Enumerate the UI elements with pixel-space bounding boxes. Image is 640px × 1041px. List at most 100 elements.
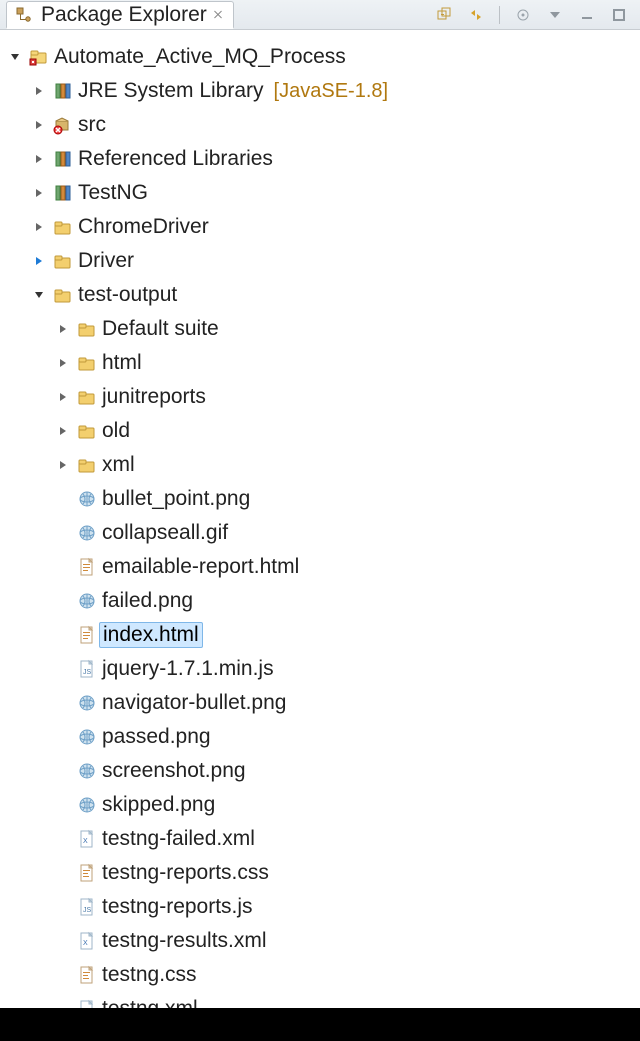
tree-item-icon bbox=[76, 726, 98, 748]
tree-item[interactable]: X testng-failed.xml bbox=[6, 822, 636, 856]
tab-host: Package Explorer bbox=[6, 0, 234, 29]
tree-item-label: jquery-1.7.1.min.js bbox=[102, 657, 274, 681]
tree-item[interactable]: junitreports bbox=[6, 380, 636, 414]
tab-package-explorer[interactable]: Package Explorer bbox=[6, 1, 234, 29]
tree-twisty-icon[interactable] bbox=[54, 392, 72, 402]
tree-item-label: JRE System Library bbox=[78, 79, 264, 103]
tree-item-icon bbox=[52, 216, 74, 238]
tree-item[interactable]: navigator-bullet.png bbox=[6, 686, 636, 720]
tree-item-label: navigator-bullet.png bbox=[102, 691, 286, 715]
tree-item[interactable]: testng-reports.css bbox=[6, 856, 636, 890]
tree-item-icon bbox=[52, 148, 74, 170]
view-toolbar: Package Explorer bbox=[0, 0, 640, 30]
tree-item[interactable]: testng.css bbox=[6, 958, 636, 992]
tree-item-label: ChromeDriver bbox=[78, 215, 209, 239]
tree-item[interactable]: Default suite bbox=[6, 312, 636, 346]
tree-item[interactable]: old bbox=[6, 414, 636, 448]
tree-twisty-icon[interactable] bbox=[54, 358, 72, 368]
close-icon[interactable] bbox=[213, 10, 223, 20]
tree-item-label: testng-results.xml bbox=[102, 929, 267, 953]
tree-item[interactable]: bullet_point.png bbox=[6, 482, 636, 516]
svg-text:JS: JS bbox=[83, 669, 92, 676]
tree-twisty-icon[interactable] bbox=[54, 460, 72, 470]
tree-item-label: xml bbox=[102, 453, 135, 477]
tree-item-label: junitreports bbox=[102, 385, 206, 409]
tree-item-label: emailable-report.html bbox=[102, 555, 299, 579]
tree-item-icon: JS bbox=[76, 896, 98, 918]
tree-item[interactable]: collapseall.gif bbox=[6, 516, 636, 550]
tree-item-label: Automate_Active_MQ_Process bbox=[54, 45, 346, 69]
tree-item-icon bbox=[76, 420, 98, 442]
tree-item[interactable]: src bbox=[6, 108, 636, 142]
project-tree[interactable]: Automate_Active_MQ_Process JRE System Li… bbox=[0, 30, 640, 1026]
tree-twisty-icon[interactable] bbox=[30, 290, 48, 300]
tree-item[interactable]: xml bbox=[6, 448, 636, 482]
package-explorer-view: Package Explorer bbox=[0, 0, 640, 1041]
tree-item-icon bbox=[76, 862, 98, 884]
tree-item-icon: JS bbox=[76, 658, 98, 680]
tree-item[interactable]: Driver bbox=[6, 244, 636, 278]
project-icon bbox=[28, 46, 50, 68]
tree-twisty-icon[interactable] bbox=[30, 120, 48, 130]
tree-item[interactable]: TestNG bbox=[6, 176, 636, 210]
tree-item[interactable]: JS testng-reports.js bbox=[6, 890, 636, 924]
tree-item-icon: X bbox=[76, 930, 98, 952]
tree-item-label: failed.png bbox=[102, 589, 193, 613]
minimize-icon[interactable] bbox=[578, 6, 596, 24]
tree-item[interactable]: screenshot.png bbox=[6, 754, 636, 788]
tree-item-icon bbox=[52, 182, 74, 204]
tree-item-label: src bbox=[78, 113, 106, 137]
tree-item-icon bbox=[76, 624, 98, 646]
tree-item-icon bbox=[76, 454, 98, 476]
tree-item[interactable]: index.html bbox=[6, 618, 636, 652]
tree-item[interactable]: Automate_Active_MQ_Process bbox=[6, 40, 636, 74]
tree-item-label: skipped.png bbox=[102, 793, 215, 817]
tree-item-icon bbox=[52, 114, 74, 136]
tree-item-label: passed.png bbox=[102, 725, 211, 749]
tree-item[interactable]: X testng-results.xml bbox=[6, 924, 636, 958]
svg-text:X: X bbox=[83, 838, 88, 845]
tree-item[interactable]: JS jquery-1.7.1.min.js bbox=[6, 652, 636, 686]
tree-item-icon bbox=[76, 318, 98, 340]
tree-twisty-icon[interactable] bbox=[30, 154, 48, 164]
tree-item[interactable]: html bbox=[6, 346, 636, 380]
tree-item-label: testng-reports.css bbox=[102, 861, 269, 885]
tree-twisty-icon[interactable] bbox=[30, 188, 48, 198]
tree-item[interactable]: test-output bbox=[6, 278, 636, 312]
tree-item-icon bbox=[52, 80, 74, 102]
tree-item-label: index.html bbox=[102, 622, 203, 648]
tree-item-icon bbox=[76, 556, 98, 578]
bottom-crop bbox=[0, 1008, 640, 1041]
tree-twisty-icon[interactable] bbox=[30, 256, 48, 266]
tree-item-label: TestNG bbox=[78, 181, 148, 205]
tree-item-icon: X bbox=[76, 828, 98, 850]
tree-twisty-icon[interactable] bbox=[30, 222, 48, 232]
tree-item-icon bbox=[76, 522, 98, 544]
tree-twisty-icon[interactable] bbox=[54, 324, 72, 334]
tree-item-label: test-output bbox=[78, 283, 177, 307]
tree-twisty-icon[interactable] bbox=[30, 86, 48, 96]
focus-icon[interactable] bbox=[514, 6, 532, 24]
tree-twisty-icon[interactable] bbox=[54, 426, 72, 436]
view-menu-icon[interactable] bbox=[546, 6, 564, 24]
tree-item[interactable]: Referenced Libraries bbox=[6, 142, 636, 176]
tree-item[interactable]: JRE System Library [JavaSE-1.8] bbox=[6, 74, 636, 108]
tree-item[interactable]: ChromeDriver bbox=[6, 210, 636, 244]
tree-item-label: screenshot.png bbox=[102, 759, 246, 783]
tree-twisty-icon[interactable] bbox=[6, 52, 24, 62]
tree-item-icon bbox=[76, 488, 98, 510]
link-with-editor-icon[interactable] bbox=[467, 6, 485, 24]
tree-item[interactable]: passed.png bbox=[6, 720, 636, 754]
tree-item-suffix: [JavaSE-1.8] bbox=[268, 80, 389, 103]
tree-item-label: Default suite bbox=[102, 317, 219, 341]
tree-item-icon bbox=[76, 964, 98, 986]
tree-item-icon bbox=[52, 284, 74, 306]
tree-item-label: collapseall.gif bbox=[102, 521, 228, 545]
tree-item[interactable]: skipped.png bbox=[6, 788, 636, 822]
maximize-icon[interactable] bbox=[610, 6, 628, 24]
collapse-all-icon[interactable] bbox=[435, 6, 453, 24]
tree-item[interactable]: emailable-report.html bbox=[6, 550, 636, 584]
tree-item[interactable]: failed.png bbox=[6, 584, 636, 618]
tree-item-icon bbox=[76, 692, 98, 714]
tree-item-icon bbox=[76, 760, 98, 782]
